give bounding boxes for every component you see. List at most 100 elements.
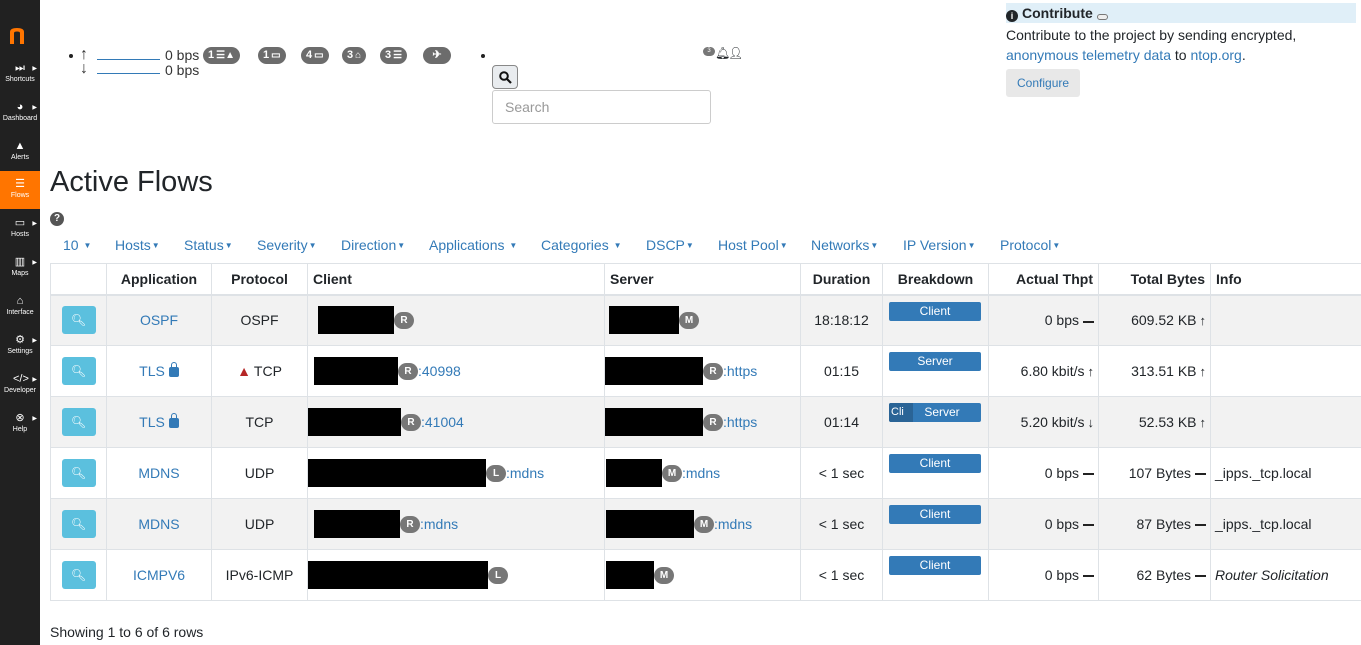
client-cell: R:40998 [307, 345, 605, 397]
thpt-value: 0 bps [1044, 312, 1079, 329]
column-header-actual-thpt[interactable]: Actual Thpt [988, 263, 1099, 296]
flow-details-button[interactable]: 🔍︎ [61, 459, 96, 487]
info-icon: i [1006, 10, 1018, 22]
filter-ip-version[interactable]: IP Version▼ [903, 237, 975, 253]
thpt-value: 0 bps [1044, 567, 1079, 583]
flow-details-button[interactable]: 🔍︎ [61, 357, 96, 385]
application-link[interactable]: TLS [139, 414, 165, 430]
warning-icon: ▲ [14, 140, 26, 152]
protocol-cell: TCP [211, 396, 308, 448]
sidebar-item-label: Shortcuts [5, 76, 35, 83]
client-cell: R:41004 [307, 396, 605, 448]
bytes-value: 87 Bytes [1136, 516, 1191, 532]
table-row: 🔍︎ ICMPV6 IPv6-ICMP L M < 1 sec Client 0… [50, 549, 1361, 601]
filter-categories[interactable]: Categories ▼ [541, 237, 622, 253]
duration-cell: 01:15 [800, 345, 883, 397]
bytes-cell: 313.51 KB ↑ [1098, 345, 1211, 397]
alerts-badge[interactable]: 1 ☰▲ [203, 47, 240, 64]
breakdown-bar-client: Cli [889, 403, 913, 422]
rows-per-page-dropdown[interactable]: 10 ▼ [63, 237, 91, 253]
client-port-link[interactable]: :mdns [420, 516, 458, 532]
life-ring-icon: ⊗ [15, 412, 25, 424]
sidebar-item-hosts[interactable]: ▭ Hosts ▶ [0, 213, 40, 251]
filter-host-pool[interactable]: Host Pool▼ [718, 237, 788, 253]
filter-hosts[interactable]: Hosts▼ [115, 237, 160, 253]
sidebar-item-shortcuts[interactable]: ⏭ Shortcuts ▶ [0, 58, 40, 96]
search-input[interactable] [492, 90, 711, 124]
telemetry-link[interactable]: anonymous telemetry data [1006, 47, 1171, 63]
multicast-tag: M [679, 311, 699, 329]
redacted-address [609, 306, 679, 335]
sidebar-item-alerts[interactable]: ▲ Alerts [0, 136, 40, 174]
filter-direction[interactable]: Direction▼ [341, 237, 405, 253]
sidebar-item-label: Dashboard [2, 115, 38, 122]
application-link[interactable]: ICMPV6 [133, 567, 185, 583]
flow-details-button[interactable]: 🔍︎ [61, 408, 96, 436]
zoom-in-icon: 🔍︎ [70, 415, 87, 429]
duration-cell: < 1 sec [800, 498, 883, 550]
filter-severity[interactable]: Severity▼ [257, 237, 317, 253]
column-header-server[interactable]: Server [604, 263, 801, 296]
caret-right-icon: ▶ [32, 105, 37, 111]
sidebar-item-label: Hosts [11, 231, 29, 238]
server-cell: R:https [604, 396, 801, 448]
column-header-info[interactable]: Info [1210, 263, 1361, 296]
local-hosts-badge[interactable]: 1 ▭ [258, 47, 286, 64]
info-cell [1210, 294, 1361, 346]
column-header-total-bytes[interactable]: Total Bytes [1098, 263, 1211, 296]
search-button[interactable] [492, 65, 518, 89]
collapse-button[interactable] [1096, 14, 1108, 20]
column-header-client[interactable]: Client [307, 263, 605, 296]
filter-status[interactable]: Status▼ [184, 237, 233, 253]
sidebar-item-help[interactable]: ⊗ Help ▶ [0, 408, 40, 446]
server-port-link[interactable]: :mdns [714, 516, 752, 532]
column-header-protocol[interactable]: Protocol [211, 263, 308, 296]
server-port-link[interactable]: :mdns [682, 465, 720, 481]
application-link[interactable]: OSPF [140, 312, 178, 328]
application-link[interactable]: MDNS [138, 516, 179, 532]
plane-icon: ✈ [432, 49, 442, 61]
column-header-application[interactable]: Application [106, 263, 212, 296]
protocol-value: TCP [253, 363, 282, 379]
map-icon: ▥ [14, 256, 26, 268]
sidebar-item-developer[interactable]: </> Developer ▶ [0, 369, 40, 407]
client-port-link[interactable]: :40998 [418, 363, 461, 379]
application-link[interactable]: MDNS [138, 465, 179, 481]
duration-cell: < 1 sec [800, 549, 883, 601]
traffic-recording-badge[interactable]: ✈ [423, 47, 451, 64]
flow-details-button[interactable]: 🔍︎ [61, 510, 96, 538]
devices-badge[interactable]: 3 ⌂ [342, 47, 367, 64]
server-port-link[interactable]: :https [723, 363, 757, 379]
sidebar-item-settings[interactable]: ⚙ Settings ▶ [0, 330, 40, 368]
client-port-link[interactable]: :41004 [421, 414, 464, 430]
laptop-icon: ▭ [314, 50, 324, 61]
ntop-link[interactable]: ntop.org [1190, 47, 1241, 63]
help-icon[interactable]: ? [50, 212, 64, 226]
stable-trend-icon [1195, 575, 1206, 578]
zoom-in-icon: 🔍︎ [70, 313, 87, 328]
server-port-link[interactable]: :https [723, 414, 757, 430]
filter-applications[interactable]: Applications ▼ [429, 237, 517, 253]
hosts-badge[interactable]: 4 ▭ [301, 47, 329, 64]
router-tag: R [703, 413, 723, 431]
filter-dscp[interactable]: DSCP▼ [646, 237, 694, 253]
filter-networks[interactable]: Networks▼ [811, 237, 878, 253]
thpt-cell: 5.20 kbit/s ↓ [988, 396, 1099, 448]
sidebar-item-dashboard[interactable]: ◕ Dashboard ▶ [0, 97, 40, 135]
flow-details-button[interactable]: 🔍︎ [61, 561, 96, 589]
caret-right-icon: ▶ [32, 260, 37, 266]
flow-details-button[interactable]: 🔍︎ [61, 306, 96, 335]
flows-badge[interactable]: 3 ☰ [380, 47, 408, 64]
user-icon[interactable]: 👤︎ [728, 46, 743, 60]
application-link[interactable]: TLS [139, 363, 165, 379]
client-port-link[interactable]: :mdns [506, 465, 544, 481]
configure-button[interactable]: Configure [1006, 69, 1081, 97]
sidebar-item-maps[interactable]: ▥ Maps ▶ [0, 252, 40, 290]
sidebar-item-flows[interactable]: ☰ Flows [0, 171, 40, 209]
stable-trend-icon [1083, 575, 1094, 578]
ntopng-logo[interactable] [8, 26, 26, 46]
badge-count: 1 [208, 49, 215, 61]
column-header-duration[interactable]: Duration [800, 263, 883, 296]
filter-protocol[interactable]: Protocol▼ [1000, 237, 1060, 253]
sidebar-item-interface[interactable]: ⌂ Interface [0, 291, 40, 329]
